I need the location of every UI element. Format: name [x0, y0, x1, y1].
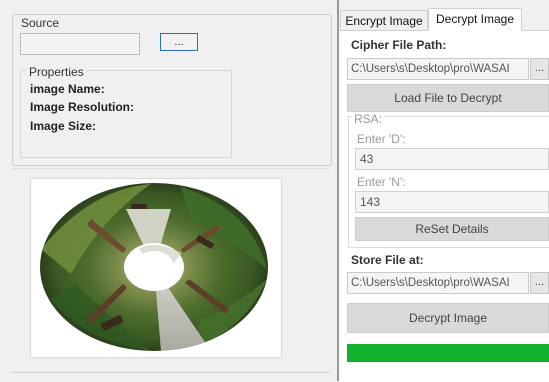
- n-input[interactable]: 143: [355, 191, 549, 213]
- decrypt-progress-bar: [347, 344, 549, 362]
- source-browse-button[interactable]: ...: [160, 33, 198, 51]
- properties-label: Properties: [26, 65, 87, 79]
- image-resolution-label: Image Resolution:: [30, 100, 135, 114]
- reset-details-button[interactable]: ReSet Details: [355, 217, 549, 241]
- image-size-label: Image Size:: [30, 119, 97, 133]
- source-label: Source: [18, 16, 63, 30]
- left-separator: [12, 168, 330, 169]
- store-browse-button[interactable]: ...: [530, 272, 549, 294]
- cipher-browse-button[interactable]: ...: [530, 58, 549, 80]
- enter-d-label: Enter 'D':: [357, 132, 406, 146]
- tab-encrypt-image[interactable]: Encrypt Image: [340, 10, 428, 31]
- d-input[interactable]: 43: [355, 148, 549, 170]
- enter-n-label: Enter 'N':: [357, 175, 406, 189]
- image-preview: [30, 178, 282, 358]
- image-name-label: image Name:: [30, 82, 105, 96]
- load-file-button[interactable]: Load File to Decrypt: [347, 84, 549, 112]
- rsa-label: RSA:: [352, 112, 385, 126]
- progress-fill: [347, 344, 549, 362]
- source-path-field[interactable]: [20, 33, 140, 55]
- disc-image: [40, 183, 268, 351]
- decrypt-image-button[interactable]: Decrypt Image: [347, 303, 549, 333]
- store-path-field[interactable]: C:\Users\s\Desktop\pro\WASAI: [347, 272, 529, 294]
- store-file-label: Store File at:: [351, 253, 424, 267]
- cipher-path-field[interactable]: C:\Users\s\Desktop\pro\WASAI: [347, 58, 529, 80]
- tab-decrypt-image[interactable]: Decrypt Image: [428, 8, 522, 31]
- cipher-file-path-label: Cipher File Path:: [351, 38, 447, 52]
- left-bottom-line: [12, 372, 330, 373]
